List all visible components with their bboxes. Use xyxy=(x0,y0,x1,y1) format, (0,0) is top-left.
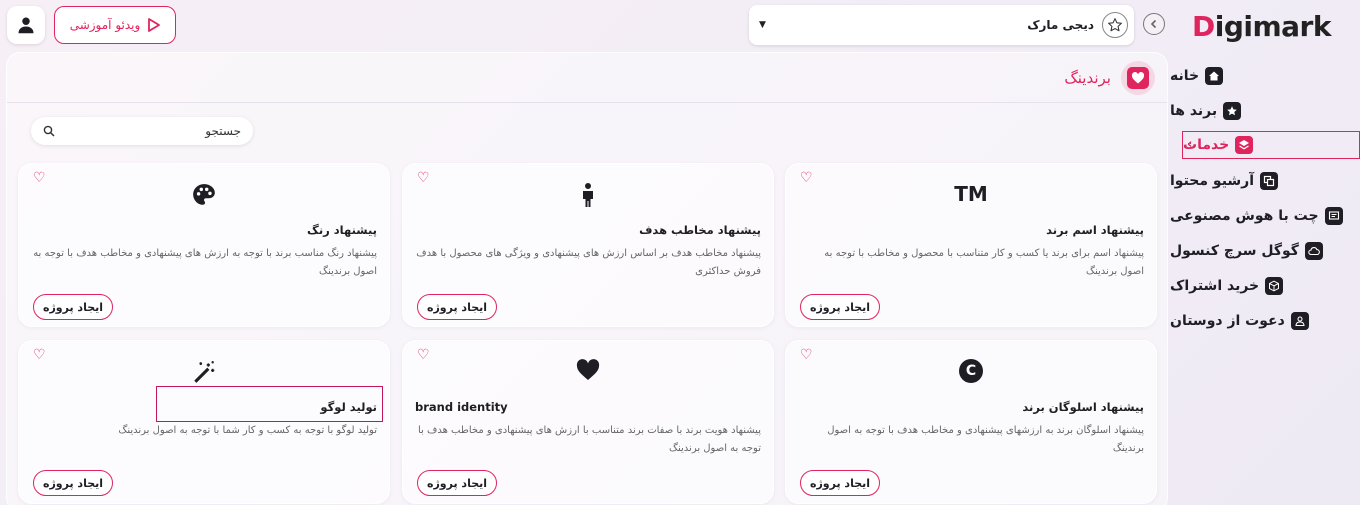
home-icon xyxy=(1205,66,1224,85)
card-title: پیشنهاد اسلوگان برند xyxy=(1022,400,1144,414)
logo-d: D xyxy=(1192,9,1215,43)
users-icon xyxy=(1290,311,1309,330)
sidebar-toggle-button[interactable] xyxy=(1143,13,1165,35)
card-description: پیشنهاد هویت برند با صفات برند متناسب با… xyxy=(417,425,761,454)
create-project-button[interactable]: ایجاد پروژه xyxy=(33,470,113,496)
star-icon xyxy=(1223,101,1242,120)
highlight-box xyxy=(156,386,383,422)
sidebar-item-services[interactable]: › خدمات xyxy=(1182,131,1360,159)
chevron-right-icon: › xyxy=(1187,137,1193,152)
trademark-icon: TM xyxy=(954,182,988,206)
card-description: تولید لوگو با توجه به کسب و کار شما با ت… xyxy=(118,425,377,436)
sidebar-item-label: برند ها xyxy=(1170,102,1218,119)
sidebar-item-home[interactable]: خانه xyxy=(1170,58,1360,93)
heart-icon xyxy=(403,359,773,381)
card-title: brand identity xyxy=(415,400,508,414)
search-box[interactable] xyxy=(31,117,253,145)
card-description: پیشنهاد اسلوگان برند به ارزشهای پیشنهادی… xyxy=(827,425,1144,454)
create-project-button[interactable]: ایجاد پروژه xyxy=(417,470,497,496)
palette-icon xyxy=(19,182,389,208)
service-card-target-audience[interactable]: ♡ پیشنهاد مخاطب هدف پیشنهاد مخاطب هدف بر… xyxy=(402,163,774,327)
branding-heart-icon xyxy=(1121,60,1155,95)
sidebar-item-brands[interactable]: برند ها xyxy=(1170,93,1360,128)
logo-text: igimark xyxy=(1214,9,1332,43)
service-card-brand-name[interactable]: ♡ TM پیشنهاد اسم برند پیشنهاد اسم برای ب… xyxy=(785,163,1157,327)
card-title: پیشنهاد مخاطب هدف xyxy=(639,223,761,237)
service-card-slogan[interactable]: ♡ C پیشنهاد اسلوگان برند پیشنهاد اسلوگان… xyxy=(785,340,1157,504)
cloud-icon xyxy=(1304,241,1323,260)
star-outline-icon xyxy=(1102,12,1128,38)
sidebar-item-label: خانه xyxy=(1170,67,1200,84)
sidebar-item-search-console[interactable]: گوگل سرچ کنسول xyxy=(1170,233,1360,268)
box-icon xyxy=(1265,276,1284,295)
sidebar-item-label: چت با هوش مصنوعی xyxy=(1170,207,1319,224)
sidebar-item-label: دعوت از دوستان xyxy=(1170,312,1285,329)
copy-icon xyxy=(1260,171,1279,190)
sidebar-item-ai-chat[interactable]: چت با هوش مصنوعی xyxy=(1170,198,1360,233)
chevron-left-icon xyxy=(1150,19,1157,29)
digimark-logo[interactable]: Digimark xyxy=(1192,6,1332,46)
card-title: پیشنهاد اسم برند xyxy=(1046,223,1144,237)
sidebar-item-label: گوگل سرچ کنسول xyxy=(1170,242,1299,259)
user-icon xyxy=(18,17,34,34)
card-title: پیشنهاد رنگ xyxy=(307,223,377,237)
video-tutorial-button[interactable]: ویدئو آموزشی xyxy=(54,6,176,44)
brand-selector[interactable]: ▼ دیجی مارک xyxy=(749,5,1134,45)
search-input[interactable] xyxy=(71,124,241,138)
card-description: پیشنهاد اسم برای برند یا کسب و کار متناس… xyxy=(824,248,1144,277)
person-icon xyxy=(403,182,773,208)
create-project-button[interactable]: ایجاد پروژه xyxy=(33,294,113,320)
page-title: برندینگ xyxy=(1064,68,1111,87)
sidebar-item-label: آرشیو محتوا xyxy=(1170,172,1255,189)
sidebar-item-label: خرید اشتراک xyxy=(1170,277,1260,294)
create-project-button[interactable]: ایجاد پروژه xyxy=(800,294,880,320)
create-project-button[interactable]: ایجاد پروژه xyxy=(417,294,497,320)
magic-wand-icon xyxy=(19,359,389,385)
copyright-icon: C xyxy=(786,359,1156,383)
sidebar-item-invite[interactable]: دعوت از دوستان xyxy=(1170,303,1360,338)
search-icon xyxy=(43,125,55,137)
play-icon xyxy=(148,18,161,32)
video-tutorial-label: ویدئو آموزشی xyxy=(69,18,141,32)
brand-selector-name: دیجی مارک xyxy=(1027,18,1094,32)
sidebar-item-subscription[interactable]: خرید اشتراک xyxy=(1170,268,1360,303)
service-card-brand-identity[interactable]: ♡ brand identity پیشنهاد هویت برند با صف… xyxy=(402,340,774,504)
sidebar-item-archive[interactable]: آرشیو محتوا xyxy=(1170,163,1360,198)
chat-icon xyxy=(1324,206,1343,225)
top-actions: ویدئو آموزشی xyxy=(7,6,176,44)
sidebar: خانه برند ها › خدمات آرشیو محتوا چت با ه… xyxy=(1170,58,1360,338)
create-project-button[interactable]: ایجاد پروژه xyxy=(800,470,880,496)
service-card-color[interactable]: ♡ پیشنهاد رنگ پیشنهاد رنگ مناسب برند با … xyxy=(18,163,390,327)
service-card-logo[interactable]: ♡ تولید لوگو تولید لوگو با توجه به کسب و… xyxy=(18,340,390,504)
card-description: پیشنهاد مخاطب هدف بر اساس ارزش های پیشنه… xyxy=(416,248,761,277)
brand-selector-content: دیجی مارک xyxy=(1027,12,1128,38)
main-header: برندینگ xyxy=(7,53,1167,103)
caret-down-icon: ▼ xyxy=(759,20,766,30)
user-account-button[interactable] xyxy=(7,6,45,44)
layers-icon xyxy=(1235,136,1254,154)
card-description: پیشنهاد رنگ مناسب برند با توجه به ارزش ه… xyxy=(33,248,377,277)
